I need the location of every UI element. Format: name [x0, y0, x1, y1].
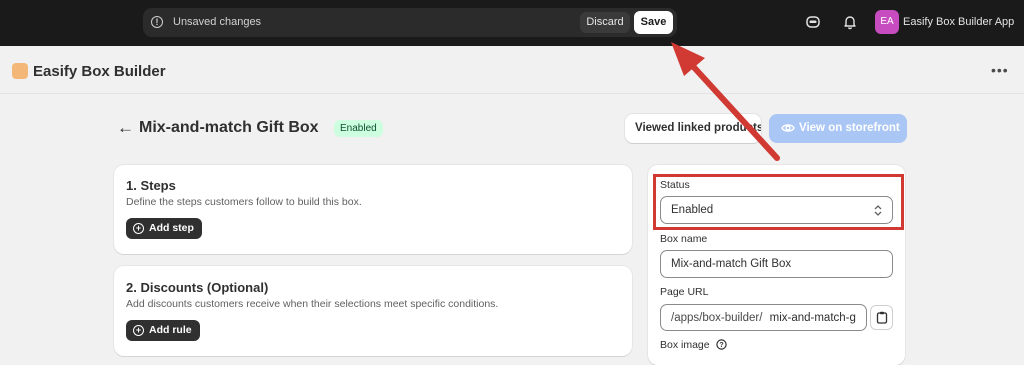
discounts-description: Add discounts customers receive when the…: [126, 298, 499, 310]
steps-description: Define the steps customers follow to bui…: [126, 196, 362, 208]
view-on-storefront-label: View on storefront: [799, 122, 900, 134]
clipboard-icon: [876, 311, 888, 324]
page-url-label: Page URL: [660, 286, 709, 298]
eye-icon: [781, 124, 795, 132]
save-button[interactable]: Save: [634, 11, 673, 34]
notification-bell-icon[interactable]: [842, 14, 858, 30]
add-rule-label: Add rule: [149, 324, 192, 336]
page-url-input[interactable]: /apps/box-builder/ mix-and-match-g: [660, 304, 867, 331]
contextual-save-bar: ! Unsaved changes Discard Save: [143, 8, 677, 37]
box-name-input[interactable]: Mix-and-match Gift Box: [660, 250, 893, 278]
more-actions-icon[interactable]: •••: [991, 62, 1009, 78]
viewed-linked-products-button[interactable]: Viewed linked products: [625, 114, 761, 143]
app-title-bar: Easify Box Builder •••: [0, 46, 1024, 94]
steps-title: 1. Steps: [126, 178, 176, 193]
plus-circle-icon: +: [133, 223, 144, 234]
help-circle-icon[interactable]: ?: [715, 339, 727, 350]
steps-card: 1. Steps Define the steps customers foll…: [114, 165, 632, 254]
box-image-label: Box image ?: [660, 339, 727, 351]
store-avatar[interactable]: EA: [875, 10, 899, 34]
admin-top-bar: ! Unsaved changes Discard Save EA Easify…: [0, 0, 1024, 46]
discounts-card: 2. Discounts (Optional) Add discounts cu…: [114, 266, 632, 356]
svg-text:?: ?: [719, 342, 723, 349]
page-url-handle: mix-and-match-g: [769, 312, 856, 324]
back-arrow-icon[interactable]: ←: [117, 118, 134, 138]
view-on-storefront-button[interactable]: View on storefront: [769, 114, 907, 143]
status-highlight-box: [653, 174, 904, 230]
add-rule-button[interactable]: + Add rule: [126, 320, 200, 341]
add-step-label: Add step: [149, 222, 194, 234]
add-step-button[interactable]: + Add step: [126, 218, 202, 239]
app-title: Easify Box Builder: [33, 63, 166, 80]
plus-circle-icon: +: [133, 325, 144, 336]
box-name-label: Box name: [660, 233, 708, 245]
app-logo-icon: [12, 63, 28, 79]
status-badge: Enabled: [334, 120, 383, 137]
store-name[interactable]: Easify Box Builder App: [903, 16, 1014, 28]
sidekick-icon[interactable]: [805, 14, 821, 30]
unsaved-changes-message: Unsaved changes: [173, 16, 262, 28]
alert-circle-icon: !: [151, 16, 163, 28]
page-title: Mix-and-match Gift Box: [139, 119, 319, 136]
discard-button[interactable]: Discard: [580, 12, 630, 33]
copy-url-button[interactable]: [870, 305, 893, 330]
page-url-prefix: /apps/box-builder/: [671, 312, 763, 324]
discounts-title: 2. Discounts (Optional): [126, 280, 269, 295]
